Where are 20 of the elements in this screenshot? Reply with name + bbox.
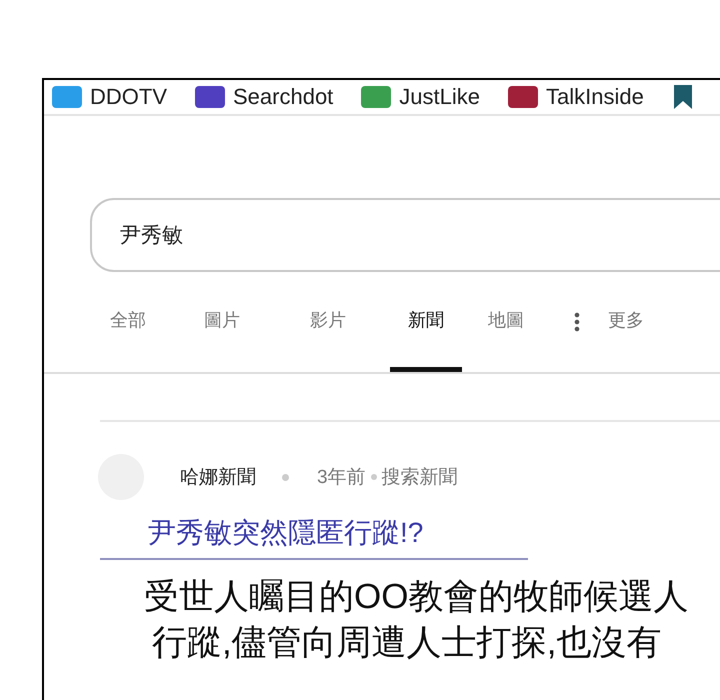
result-origin: 搜索新聞 (382, 466, 458, 490)
bookmark-icon[interactable] (672, 85, 694, 109)
search-tab[interactable]: 地圖 (470, 272, 542, 372)
more-vertical-icon[interactable] (574, 312, 580, 332)
bookmark-link[interactable]: Searchdot (195, 84, 334, 110)
result-age: 3年前 (317, 466, 366, 490)
search-tab[interactable]: 圖片 (186, 272, 258, 372)
search-tab[interactable]: 更多 (590, 272, 662, 372)
separator-dot-icon (370, 474, 377, 480)
separator-dot-icon (282, 474, 289, 480)
source-name[interactable]: 哈娜新聞 (180, 464, 256, 490)
bookmark-link[interactable]: TalkInside (508, 84, 644, 110)
result-title-link[interactable]: 尹秀敏突然隱匿行蹤!? (148, 517, 424, 548)
search-tab[interactable]: 影片 (292, 272, 364, 372)
bookmark-link[interactable]: JustLike (361, 84, 480, 110)
result-snippet-line: 受世人矚目的OO教會的牧師候選人 (144, 576, 690, 618)
search-tab[interactable]: 全部 (92, 272, 164, 372)
result-snippet-line: 行蹤,儘管向周遭人士打探,也沒有 (152, 622, 662, 664)
search-field[interactable]: 尹秀敏 (90, 198, 720, 272)
bookmark-link[interactable]: DDOTV (52, 84, 167, 110)
